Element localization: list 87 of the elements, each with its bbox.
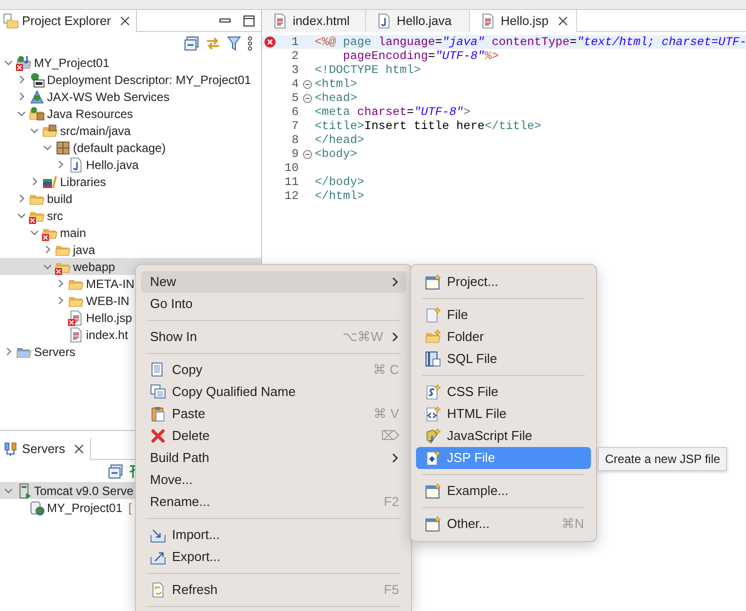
tree-label: src/main/java: [60, 122, 131, 140]
tree-row[interactable]: build: [0, 190, 261, 207]
code-line: <body>: [314, 147, 358, 161]
tree-row[interactable]: JAX-WS Web Services: [0, 88, 261, 105]
servers-tab[interactable]: Servers: [0, 438, 92, 460]
code-line: <html>: [314, 77, 358, 91]
tree-label: Hello.jsp: [86, 310, 132, 326]
tree-label: Libraries: [60, 174, 106, 190]
tree-label: build: [47, 190, 72, 208]
shortcut-hint: ⌘N: [560, 515, 584, 534]
tree-row[interactable]: main: [0, 224, 261, 241]
line-number: 12: [284, 189, 299, 203]
tree-row[interactable]: src: [0, 207, 261, 224]
menu-item[interactable]: Refresh F5: [141, 579, 406, 601]
tree-row[interactable]: MY_Project01: [0, 54, 261, 71]
menu-item[interactable]: Delete ⌦: [141, 425, 406, 447]
menu-item[interactable]: Import...: [141, 524, 406, 546]
menu-item[interactable]: Export...: [141, 546, 406, 568]
tree-label: WEB-IN: [86, 292, 130, 310]
tree-label: src: [47, 208, 63, 224]
status-label: [: [128, 500, 132, 516]
menu-item[interactable]: Other... ⌘N: [416, 513, 591, 535]
menu-item[interactable]: CSS File: [416, 381, 591, 403]
code-line: </html>: [314, 189, 364, 203]
code-line: <meta charset="UTF-8">: [314, 105, 470, 119]
tree-label: (default package): [73, 140, 166, 156]
explorer-tab[interactable]: Project Explorer: [0, 10, 137, 32]
tree-label: java: [73, 242, 96, 258]
line-number: 4: [292, 77, 299, 91]
line-number: 1: [292, 35, 299, 49]
tree-row[interactable]: java: [0, 241, 261, 258]
tree-label: main: [60, 224, 86, 242]
menu-item[interactable]: Folder: [416, 326, 591, 348]
tooltip: Create a new JSP file: [598, 447, 728, 471]
code-line: <%@ page language="java" contentType="text/html; charset=UTF-: [314, 35, 746, 49]
line-number: 6: [292, 105, 299, 119]
menu-item[interactable]: JavaScript File: [416, 425, 591, 447]
tree-label: index.ht: [86, 326, 128, 344]
tree-label: Java Resources: [47, 106, 134, 122]
tree-label: Deployment Descriptor: MY_Project01: [47, 72, 252, 88]
tree-label: MY_Project01: [47, 500, 122, 516]
menu-item[interactable]: Example...: [416, 480, 591, 502]
tree-row[interactable]: src/main/java: [0, 122, 261, 139]
menu-item[interactable]: HTML File: [416, 403, 591, 425]
code-line: <title>Insert title here</title>: [314, 119, 542, 133]
tree-label: META-IN: [86, 276, 134, 292]
menu-item[interactable]: Copy Qualified Name: [141, 381, 406, 403]
shortcut-hint: ⌘ V: [372, 405, 399, 424]
menu-item[interactable]: Paste ⌘ V: [141, 403, 406, 425]
tree-row[interactable]: Libraries: [0, 173, 261, 190]
menu-item[interactable]: File: [416, 304, 591, 326]
tree-label: Servers: [34, 344, 76, 360]
shortcut-hint: ⌦: [380, 427, 399, 446]
tree-row[interactable]: (default package): [0, 139, 261, 156]
code-line: <head>: [314, 91, 358, 105]
shortcut-hint: ⌘ C: [372, 361, 399, 380]
line-number: 8: [292, 133, 299, 147]
shortcut-hint: F5: [382, 581, 399, 600]
tree-label: MY_Project01: [34, 54, 110, 72]
line-number: 3: [292, 63, 299, 77]
tree-row[interactable]: Hello.java: [0, 156, 261, 173]
line-number: 10: [284, 161, 299, 175]
shortcut-hint: F2: [382, 493, 399, 512]
shortcut-hint: ⌥⌘W: [342, 328, 383, 346]
line-number: 7: [292, 119, 299, 133]
code-line: </head>: [314, 133, 364, 147]
line-number: 9: [292, 147, 299, 161]
menu-item[interactable]: SQL File: [416, 348, 591, 370]
line-number: 11: [284, 175, 299, 189]
code-line: <!DOCTYPE html>: [314, 63, 421, 77]
tree-row[interactable]: Deployment Descriptor: MY_Project01: [0, 71, 261, 88]
tree-label: Hello.java: [86, 156, 139, 174]
menu-item[interactable]: New: [141, 271, 406, 293]
editor-tab[interactable]: index.html: [262, 10, 366, 32]
tree-label: webapp: [73, 258, 116, 276]
code-line: </body>: [314, 175, 364, 189]
tree-label: Tomcat v9.0 Serve: [34, 482, 134, 500]
tree-label: JAX-WS Web Services: [47, 88, 170, 106]
code-line: pageEncoding="UTF-8"%>: [342, 49, 499, 63]
line-number: 2: [292, 49, 299, 63]
menu-item[interactable]: Project...: [416, 271, 591, 293]
editor-tab[interactable]: Hello.jsp: [470, 10, 577, 32]
tree-row[interactable]: Java Resources: [0, 105, 261, 122]
line-number: 5: [292, 91, 299, 105]
menu-item[interactable]: Build Path: [141, 447, 406, 469]
editor-tab[interactable]: Hello.java: [366, 10, 470, 32]
menu-item[interactable]: Copy ⌘ C: [141, 359, 406, 381]
